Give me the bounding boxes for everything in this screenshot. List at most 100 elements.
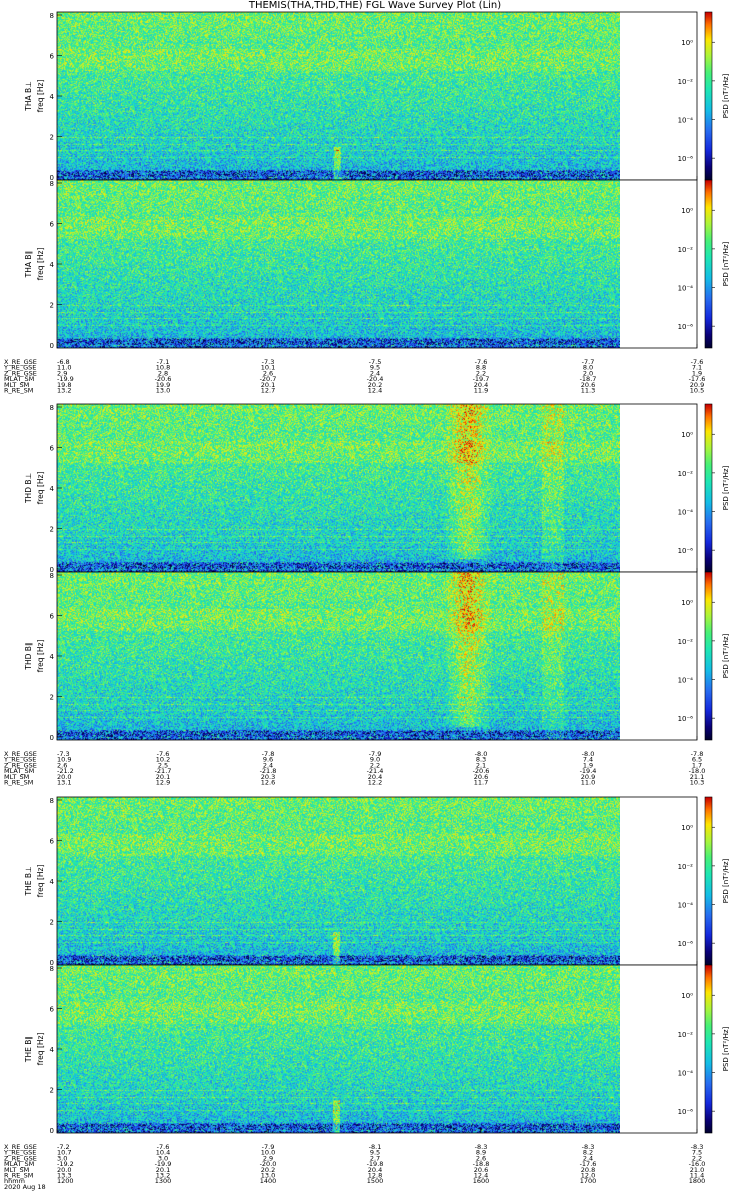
tha-panel-2-ytick-label: 6 xyxy=(50,221,55,229)
the-panel-2-ytick-label: 4 xyxy=(50,1046,55,1054)
thd-panel-1-colorbar-tick-label: 10⁻⁴ xyxy=(678,509,694,517)
the-panel-2-colorbar-tick-label: 10⁻⁴ xyxy=(678,1070,694,1078)
tha-panel-1-colorbar-tick-label: 10⁻⁴ xyxy=(678,117,694,125)
tha-eph-value: 11.3 xyxy=(581,387,595,395)
the-panel-1-ylabel: THE B⊥ xyxy=(24,866,33,896)
the-panel-1-colorbar-tick-label: 10⁻⁴ xyxy=(678,902,694,910)
tha-eph-value: 10.5 xyxy=(690,387,704,395)
tha-panel-1-freq-label: freq [Hz] xyxy=(36,80,45,113)
the-panel-2-ytick-label: 0 xyxy=(50,1127,54,1135)
wave-survey-figure: 02468THA B⊥ freq [Hz]10⁰10⁻²10⁻⁴10⁻⁶PSD [… xyxy=(3,11,730,1191)
the-panel-1-ytick-label: 6 xyxy=(50,838,55,846)
tha-panel-2-ytick-label: 2 xyxy=(50,302,54,310)
tha-eph-value: 12.4 xyxy=(368,387,382,395)
the-panel-2-spectrogram xyxy=(57,965,620,1133)
tha-panel-2-ytick-label: 4 xyxy=(50,261,55,269)
tha-panel-2-colorbar xyxy=(705,180,712,348)
tha-panel-1-colorbar-tick-label: 10⁻² xyxy=(678,78,694,86)
tha-eph-value: 13.0 xyxy=(156,387,170,395)
thd-panel-1-ytick-label: 6 xyxy=(50,445,55,453)
tha-panel-1-ytick-label: 2 xyxy=(50,134,54,142)
time-tick-label: 1300 xyxy=(155,1177,172,1185)
thd-panel-2-ylabel: THD B∥ xyxy=(24,642,33,670)
time-tick-label: 1600 xyxy=(473,1177,490,1185)
thd-panel-2-colorbar xyxy=(705,572,712,740)
the-panel-2-ytick-label: 6 xyxy=(50,1006,55,1014)
thd-panel-2-colorbar-tick-label: 10⁻⁶ xyxy=(678,715,694,723)
the-panel-2-ytick-label: 8 xyxy=(50,965,54,973)
thd-eph-value: 11.0 xyxy=(581,779,595,787)
tha-panel-2-ytick-label: 0 xyxy=(50,342,54,350)
thd-panel-2-ytick-label: 8 xyxy=(50,572,54,580)
thd-panel-1-colorbar-tick-label: 10⁻² xyxy=(678,470,694,478)
thd-panel-1-colorbar-tick-label: 10⁻⁶ xyxy=(678,547,694,555)
tha-panel-1-colorbar-tick-label: 10⁻⁶ xyxy=(678,155,694,163)
time-tick-label: 1400 xyxy=(260,1177,277,1185)
thd-eph-value: 13.1 xyxy=(57,779,71,787)
tha-panel-1-colorbar-label: PSD [nT²/Hz] xyxy=(722,73,730,118)
date-label: 2020 Aug 18 xyxy=(4,1183,46,1191)
thd-panel-2-ytick-label: 2 xyxy=(50,694,54,702)
time-tick-label: 1700 xyxy=(580,1177,597,1185)
tha-eph-value: 13.2 xyxy=(57,387,71,395)
tha-panel-1-colorbar-tick-label: 10⁰ xyxy=(681,39,693,47)
the-panel-2-ylabel: THE B∥ xyxy=(24,1036,33,1063)
thd-panel-2-colorbar-label: PSD [nT²/Hz] xyxy=(722,633,730,678)
the-panel-1-colorbar-label: PSD [nT²/Hz] xyxy=(722,858,730,903)
tha-panel-1-colorbar xyxy=(705,12,712,180)
the-panel-1-spectrogram xyxy=(57,797,620,965)
the-panel-2-freq-label: freq [Hz] xyxy=(36,1033,45,1066)
thd-panel-1-ylabel: THD B⊥ xyxy=(24,473,33,504)
tha-panel-2-colorbar-tick-label: 10⁻² xyxy=(678,246,694,254)
time-tick-label: 1800 xyxy=(689,1177,706,1185)
tha-panel-2-colorbar-tick-label: 10⁻⁶ xyxy=(678,323,694,331)
thd-panel-2-ytick-label: 0 xyxy=(50,734,54,742)
time-tick-label: 1200 xyxy=(57,1177,74,1185)
thd-panel-2-colorbar-tick-label: 10⁻⁴ xyxy=(678,677,694,685)
thd-panel-1-freq-label: freq [Hz] xyxy=(36,472,45,505)
tha-panel-2-ylabel: THA B∥ xyxy=(24,251,33,279)
thd-eph-value: 12.2 xyxy=(368,779,382,787)
tha-panel-1-ylabel: THA B⊥ xyxy=(24,81,33,111)
tha-panel-2-spectrogram xyxy=(57,180,620,348)
the-panel-2-colorbar-tick-label: 10⁻² xyxy=(678,1031,694,1039)
thd-eph-value: 12.9 xyxy=(156,779,170,787)
thd-panel-1-spectrogram xyxy=(57,404,620,572)
thd-panel-1-ytick-label: 4 xyxy=(50,485,55,493)
thd-panel-2-spectrogram xyxy=(57,572,620,740)
the-panel-2-colorbar-tick-label: 10⁰ xyxy=(681,992,693,1000)
thd-eph-value: 10.3 xyxy=(690,779,704,787)
tha-panel-1-ytick-label: 4 xyxy=(50,93,55,101)
the-panel-2-colorbar-tick-label: 10⁻⁶ xyxy=(678,1108,694,1116)
the-panel-1-colorbar-tick-label: 10⁻² xyxy=(678,863,694,871)
tha-eph-value: 11.9 xyxy=(474,387,488,395)
thd-panel-1-ytick-label: 2 xyxy=(50,526,54,534)
the-panel-2-colorbar-label: PSD [nT²/Hz] xyxy=(722,1026,730,1071)
thd-eph-value: 11.7 xyxy=(474,779,488,787)
tha-panel-2-ytick-label: 8 xyxy=(50,180,54,188)
thd-eph-row-label: R_RE_SM xyxy=(4,779,33,787)
tha-panel-1-spectrogram xyxy=(57,12,620,180)
tha-eph-value: 12.7 xyxy=(261,387,275,395)
thd-panel-2-freq-label: freq [Hz] xyxy=(36,640,45,673)
tha-panel-2-freq-label: freq [Hz] xyxy=(36,248,45,281)
the-panel-1-ytick-label: 2 xyxy=(50,919,54,927)
the-panel-1-ytick-label: 4 xyxy=(50,878,55,886)
thd-panel-1-colorbar xyxy=(705,404,712,572)
thd-panel-1-colorbar-label: PSD [nT²/Hz] xyxy=(722,465,730,510)
the-panel-1-colorbar-tick-label: 10⁻⁶ xyxy=(678,940,694,948)
thd-panel-1-colorbar-tick-label: 10⁰ xyxy=(681,431,693,439)
thd-panel-2-ytick-label: 6 xyxy=(50,613,55,621)
tha-panel-2-colorbar-tick-label: 10⁰ xyxy=(681,207,693,215)
the-panel-1-colorbar xyxy=(705,797,712,965)
the-panel-2-colorbar xyxy=(705,965,712,1133)
thd-panel-2-colorbar-tick-label: 10⁰ xyxy=(681,599,693,607)
thd-panel-2-ytick-label: 4 xyxy=(50,653,55,661)
tha-panel-1-ytick-label: 6 xyxy=(50,53,55,61)
tha-eph-row-label: R_RE_SM xyxy=(4,387,33,395)
the-panel-1-colorbar-tick-label: 10⁰ xyxy=(681,824,693,832)
tha-panel-2-colorbar-label: PSD [nT²/Hz] xyxy=(722,241,730,286)
thd-panel-2-colorbar-tick-label: 10⁻² xyxy=(678,638,694,646)
the-panel-1-freq-label: freq [Hz] xyxy=(36,865,45,898)
thd-panel-1-ytick-label: 8 xyxy=(50,404,54,412)
